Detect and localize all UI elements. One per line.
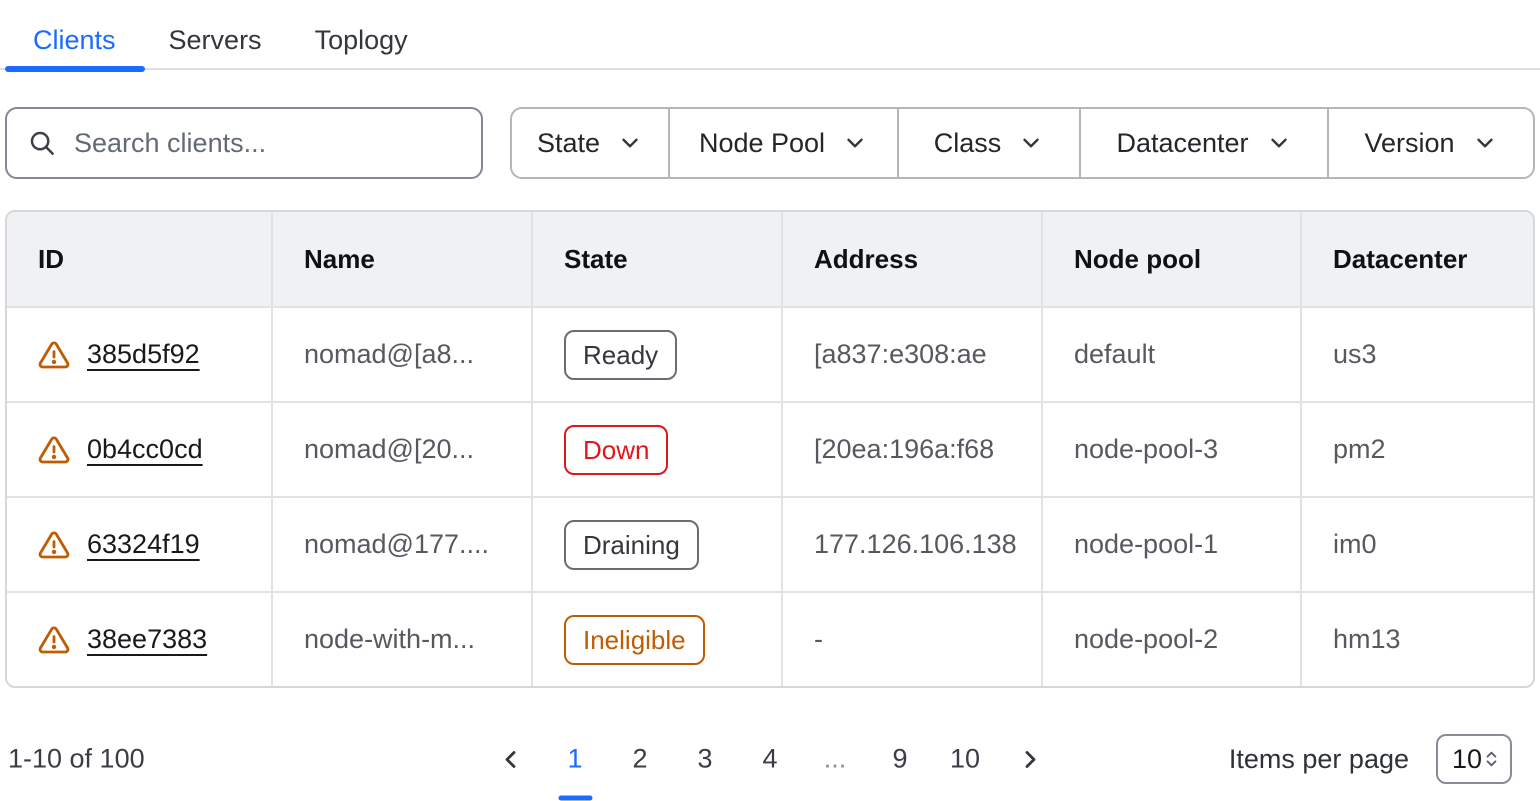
tab-bar-divider — [0, 68, 1540, 70]
status-badge: Ineligible — [564, 615, 705, 665]
warning-icon — [38, 339, 70, 371]
warning-icon — [38, 624, 70, 656]
state-cell: Draining — [533, 498, 783, 591]
filter-class[interactable]: Class — [897, 109, 1079, 177]
search-box — [5, 107, 483, 179]
page-button-9[interactable]: 9 — [868, 744, 933, 775]
chevron-left-icon — [496, 745, 524, 773]
datacenter-cell: im0 — [1302, 498, 1533, 591]
table-row[interactable]: 63324f19 nomad@177.... Draining 177.126.… — [7, 496, 1533, 591]
address-cell: 177.126.106.138 — [783, 498, 1043, 591]
client-id-link[interactable]: 0b4cc0cd — [87, 434, 203, 465]
name-cell: nomad@[a8... — [273, 308, 533, 401]
chevron-down-icon — [1266, 130, 1292, 156]
page-button-2[interactable]: 2 — [608, 744, 673, 775]
warning-icon — [38, 434, 70, 466]
chevron-down-icon — [842, 130, 868, 156]
items-per-page-value: 10 — [1452, 744, 1482, 775]
column-header-datacenter: Datacenter — [1302, 212, 1533, 306]
chevron-down-icon — [1472, 130, 1498, 156]
items-per-page: Items per page 10 — [1229, 734, 1512, 784]
filter-datacenter[interactable]: Datacenter — [1079, 109, 1327, 177]
state-cell: Ineligible — [533, 593, 783, 686]
table-row[interactable]: 38ee7383 node-with-m... Ineligible - nod… — [7, 591, 1533, 686]
tab-servers[interactable]: Servers — [169, 25, 262, 56]
datacenter-cell: pm2 — [1302, 403, 1533, 496]
datacenter-cell: us3 — [1302, 308, 1533, 401]
column-header-state: State — [533, 212, 783, 306]
tab-bar: Clients Servers Toplogy — [0, 0, 1540, 72]
filter-datacenter-label: Datacenter — [1116, 128, 1248, 159]
clients-table: ID Name State Address Node pool Datacent… — [5, 210, 1535, 688]
items-per-page-select[interactable]: 10 — [1436, 734, 1512, 784]
filter-version-label: Version — [1364, 128, 1454, 159]
filter-group: State Node Pool Class Datacenter Version — [510, 107, 1535, 179]
status-badge: Ready — [564, 330, 677, 380]
prev-page-button[interactable] — [478, 745, 543, 773]
address-cell: [20ea:196a:f68 — [783, 403, 1043, 496]
chevron-down-icon — [617, 130, 643, 156]
column-header-name: Name — [273, 212, 533, 306]
filter-node-pool-label: Node Pool — [699, 128, 825, 159]
id-cell: 385d5f92 — [7, 308, 273, 401]
filter-state[interactable]: State — [512, 109, 668, 177]
table-row[interactable]: 0b4cc0cd nomad@[20... Down [20ea:196a:f6… — [7, 401, 1533, 496]
pagination-bar: 1-10 of 100 1 2 3 4 ... 9 10 Items per p… — [0, 688, 1540, 798]
page-ellipsis: ... — [803, 744, 868, 775]
chevron-right-icon — [1016, 745, 1044, 773]
page-button-10[interactable]: 10 — [933, 744, 998, 775]
node-pool-cell: node-pool-2 — [1043, 593, 1302, 686]
client-id-link[interactable]: 63324f19 — [87, 529, 200, 560]
id-cell: 38ee7383 — [7, 593, 273, 686]
toolbar: State Node Pool Class Datacenter Version — [5, 107, 1535, 179]
page-button-4[interactable]: 4 — [738, 744, 803, 775]
column-header-node-pool: Node pool — [1043, 212, 1302, 306]
search-input[interactable] — [72, 127, 463, 160]
name-cell: nomad@177.... — [273, 498, 533, 591]
tab-clients[interactable]: Clients — [33, 25, 116, 56]
active-tab-indicator — [5, 66, 145, 72]
address-cell: - — [783, 593, 1043, 686]
select-caret-icon — [1482, 745, 1501, 773]
name-cell: nomad@[20... — [273, 403, 533, 496]
status-badge: Draining — [564, 520, 699, 570]
table-row[interactable]: 385d5f92 nomad@[a8... Ready [a837:e308:a… — [7, 306, 1533, 401]
table-body: 385d5f92 nomad@[a8... Ready [a837:e308:a… — [7, 306, 1533, 686]
table-header: ID Name State Address Node pool Datacent… — [7, 212, 1533, 306]
name-cell: node-with-m... — [273, 593, 533, 686]
state-cell: Ready — [533, 308, 783, 401]
filter-node-pool[interactable]: Node Pool — [668, 109, 897, 177]
state-cell: Down — [533, 403, 783, 496]
search-icon — [27, 128, 57, 158]
column-header-address: Address — [783, 212, 1043, 306]
client-id-link[interactable]: 385d5f92 — [87, 339, 200, 370]
node-pool-cell: node-pool-3 — [1043, 403, 1302, 496]
items-per-page-label: Items per page — [1229, 744, 1409, 775]
warning-icon — [38, 529, 70, 561]
results-summary: 1-10 of 100 — [8, 744, 145, 775]
client-id-link[interactable]: 38ee7383 — [87, 624, 207, 655]
pager: 1 2 3 4 ... 9 10 — [478, 744, 1063, 775]
filter-state-label: State — [537, 128, 600, 159]
filter-version[interactable]: Version — [1327, 109, 1533, 177]
id-cell: 63324f19 — [7, 498, 273, 591]
filter-class-label: Class — [934, 128, 1002, 159]
status-badge: Down — [564, 425, 668, 475]
node-pool-cell: node-pool-1 — [1043, 498, 1302, 591]
tab-topology[interactable]: Toplogy — [315, 25, 408, 56]
page-button-3[interactable]: 3 — [673, 744, 738, 775]
node-pool-cell: default — [1043, 308, 1302, 401]
column-header-id: ID — [7, 212, 273, 306]
datacenter-cell: hm13 — [1302, 593, 1533, 686]
next-page-button[interactable] — [998, 745, 1063, 773]
id-cell: 0b4cc0cd — [7, 403, 273, 496]
page-button-1[interactable]: 1 — [543, 744, 608, 775]
address-cell: [a837:e308:ae — [783, 308, 1043, 401]
chevron-down-icon — [1018, 130, 1044, 156]
